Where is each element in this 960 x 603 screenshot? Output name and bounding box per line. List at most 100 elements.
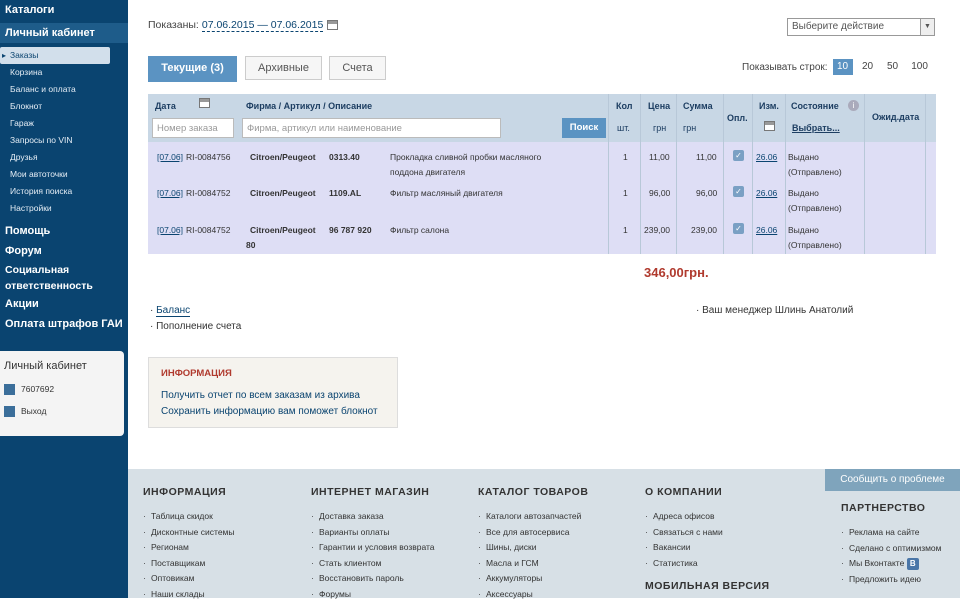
info-icon[interactable]: i — [848, 100, 859, 111]
footer-link[interactable]: Оптовикам — [143, 571, 235, 587]
footer-col-shop: ИНТЕРНЕТ МАГАЗИН Доставка заказа Вариант… — [311, 486, 435, 602]
col-firm[interactable]: Фирма / Артикул / Описание — [246, 101, 372, 111]
manager-link[interactable]: · Ваш менеджер Шлинь Анатолий — [696, 305, 853, 316]
footer-link[interactable]: Масла и ГСМ — [478, 556, 588, 572]
footer-link[interactable]: Наши склады — [143, 587, 235, 603]
row-date[interactable]: [07.06] — [157, 186, 183, 201]
sidebar-item-garage[interactable]: Гараж — [0, 115, 128, 132]
row-date[interactable]: [07.06] — [157, 150, 183, 165]
sidebar-item-friends[interactable]: Друзья — [0, 149, 128, 166]
vk-label: Мы Вконтакте — [849, 558, 905, 568]
chevron-down-icon[interactable]: ▼ — [920, 19, 934, 35]
nav-social-1[interactable]: Социальная — [0, 263, 128, 278]
footer-link[interactable]: Статистика — [645, 556, 770, 572]
row-article[interactable]: 96 787 920 — [329, 223, 372, 238]
info-archive-link[interactable]: Получить отчет по всем заказам из архива — [161, 388, 385, 404]
topup-link[interactable]: · Пополнение счета — [150, 321, 241, 332]
footer-link[interactable]: Все для автосервиса — [478, 525, 588, 541]
order-number-input[interactable]: Номер заказа — [152, 118, 234, 138]
footer-link[interactable]: Шины, диски — [478, 540, 588, 556]
col-expected: Ожид.дата — [872, 112, 920, 122]
rows-option-100[interactable]: 100 — [908, 59, 932, 75]
calendar-icon[interactable] — [764, 121, 775, 131]
footer-link[interactable]: Регионам — [143, 540, 235, 556]
footer-link[interactable]: Восстановить пароль — [311, 571, 435, 587]
paid-checkbox: ✓ — [733, 150, 744, 161]
tab-invoices[interactable]: Счета — [329, 56, 386, 80]
row-desc-2: поддона двигателя — [390, 167, 466, 177]
footer-link[interactable]: Реклама на сайте — [841, 525, 942, 541]
sidebar-item-vin[interactable]: Запросы по VIN — [0, 132, 128, 149]
sidebar-item-points[interactable]: Мои автоточки — [0, 166, 128, 183]
footer-link[interactable]: Дисконтные системы — [143, 525, 235, 541]
footer-link[interactable]: Стать клиентом — [311, 556, 435, 572]
col-date[interactable]: Дата — [155, 101, 176, 111]
action-select[interactable]: Выберите действие ▼ — [787, 18, 935, 36]
state-filter-link[interactable]: Выбрать... — [792, 123, 840, 133]
search-input[interactable]: Фирма, артикул или наименование — [242, 118, 501, 138]
search-button[interactable]: Поиск — [562, 118, 606, 138]
calendar-icon[interactable] — [327, 20, 339, 31]
row-state-2: (Отправлено) — [788, 240, 842, 250]
footer-link[interactable]: Поставщикам — [143, 556, 235, 572]
nav-help[interactable]: Помощь — [0, 221, 128, 241]
row-order: RI-0084752 — [186, 225, 231, 235]
footer-link[interactable]: Доставка заказа — [311, 509, 435, 525]
report-problem-button[interactable]: Сообщить о проблеме — [825, 469, 960, 491]
nav-social-2[interactable]: ответственность — [0, 278, 128, 294]
footer-link[interactable]: Вакансии — [645, 540, 770, 556]
sidebar-item-settings[interactable]: Настройки — [0, 200, 128, 217]
table-row[interactable]: [07.06] RI-0084752 Citroen/Peugeot 1109.… — [148, 180, 936, 217]
rows-option-50[interactable]: 50 — [883, 59, 903, 75]
sidebar-item-history[interactable]: История поиска — [0, 183, 128, 200]
footer-heading: ИНТЕРНЕТ МАГАЗИН — [311, 486, 430, 498]
footer-link[interactable]: Аккумуляторы — [478, 571, 588, 587]
date-range-link[interactable]: 07.06.2015 — 07.06.2015 — [201, 19, 324, 32]
row-changed[interactable]: 26.06 — [756, 150, 777, 165]
row-date[interactable]: [07.06] — [157, 223, 183, 238]
sidebar-item-orders[interactable]: Заказы — [0, 47, 110, 64]
tab-current[interactable]: Текущие (3) — [148, 56, 237, 82]
footer-link[interactable]: Гарантии и условия возврата — [311, 540, 435, 556]
row-order: RI-0084756 — [186, 152, 231, 162]
nav-account[interactable]: Личный кабинет — [0, 23, 128, 43]
nav-fines[interactable]: Оплата штрафов ГАИ — [0, 314, 128, 334]
calendar-icon[interactable] — [199, 98, 210, 108]
footer-link[interactable]: Таблица скидок — [143, 509, 235, 525]
table-row[interactable]: [07.06] RI-0084756 Citroen/Peugeot 0313.… — [148, 144, 936, 181]
rows-option-10[interactable]: 10 — [832, 59, 853, 75]
row-brand: Citroen/Peugeot — [250, 152, 316, 162]
row-article[interactable]: 1109.AL — [329, 186, 361, 201]
footer-link[interactable]: Каталоги автозапчастей — [478, 509, 588, 525]
footer-link-vk[interactable]: Мы Вконтакте В — [841, 556, 942, 572]
footer-link[interactable]: Связаться с нами — [645, 525, 770, 541]
nav-promo[interactable]: Акции — [0, 294, 128, 314]
logout-icon — [4, 405, 15, 417]
account-user[interactable]: 7607692 — [0, 378, 124, 400]
row-article[interactable]: 0313.40 — [329, 150, 360, 165]
footer-link[interactable]: Предложить идею — [841, 572, 942, 588]
table-row[interactable]: [07.06] RI-0084752 Citroen/Peugeot 96 78… — [148, 217, 936, 254]
col-sum: Сумма — [683, 101, 713, 111]
footer-link[interactable]: Сделано с оптимизмом — [841, 541, 942, 557]
col-sum-unit: грн — [683, 123, 697, 133]
tab-archive[interactable]: Архивные — [245, 56, 322, 80]
footer-link[interactable]: Адреса офисов — [645, 509, 770, 525]
footer-link[interactable]: Варианты оплаты — [311, 525, 435, 541]
footer-link[interactable]: Форумы — [311, 587, 435, 603]
balance-link[interactable]: · Баланс — [150, 305, 191, 317]
sidebar-item-notebook[interactable]: Блокнот — [0, 98, 128, 115]
info-notebook-link[interactable]: Сохранить информацию вам поможет блокнот — [161, 404, 385, 420]
footer-link[interactable]: Аксессуары — [478, 587, 588, 603]
rows-option-20[interactable]: 20 — [858, 59, 878, 75]
nav-forum[interactable]: Форум — [0, 241, 128, 261]
sidebar-item-balance[interactable]: Баланс и оплата — [0, 81, 128, 98]
logout-link[interactable]: Выход — [0, 400, 124, 422]
mobile-version-link[interactable]: МОБИЛЬНАЯ ВЕРСИЯ — [645, 580, 770, 592]
nav-catalogs[interactable]: Каталоги — [0, 0, 128, 20]
sidebar-item-cart[interactable]: Корзина — [0, 64, 128, 81]
order-total: 346,00грн. — [644, 265, 709, 280]
col-price-unit: грн — [653, 123, 667, 133]
row-changed[interactable]: 26.06 — [756, 186, 777, 201]
row-changed[interactable]: 26.06 — [756, 223, 777, 238]
